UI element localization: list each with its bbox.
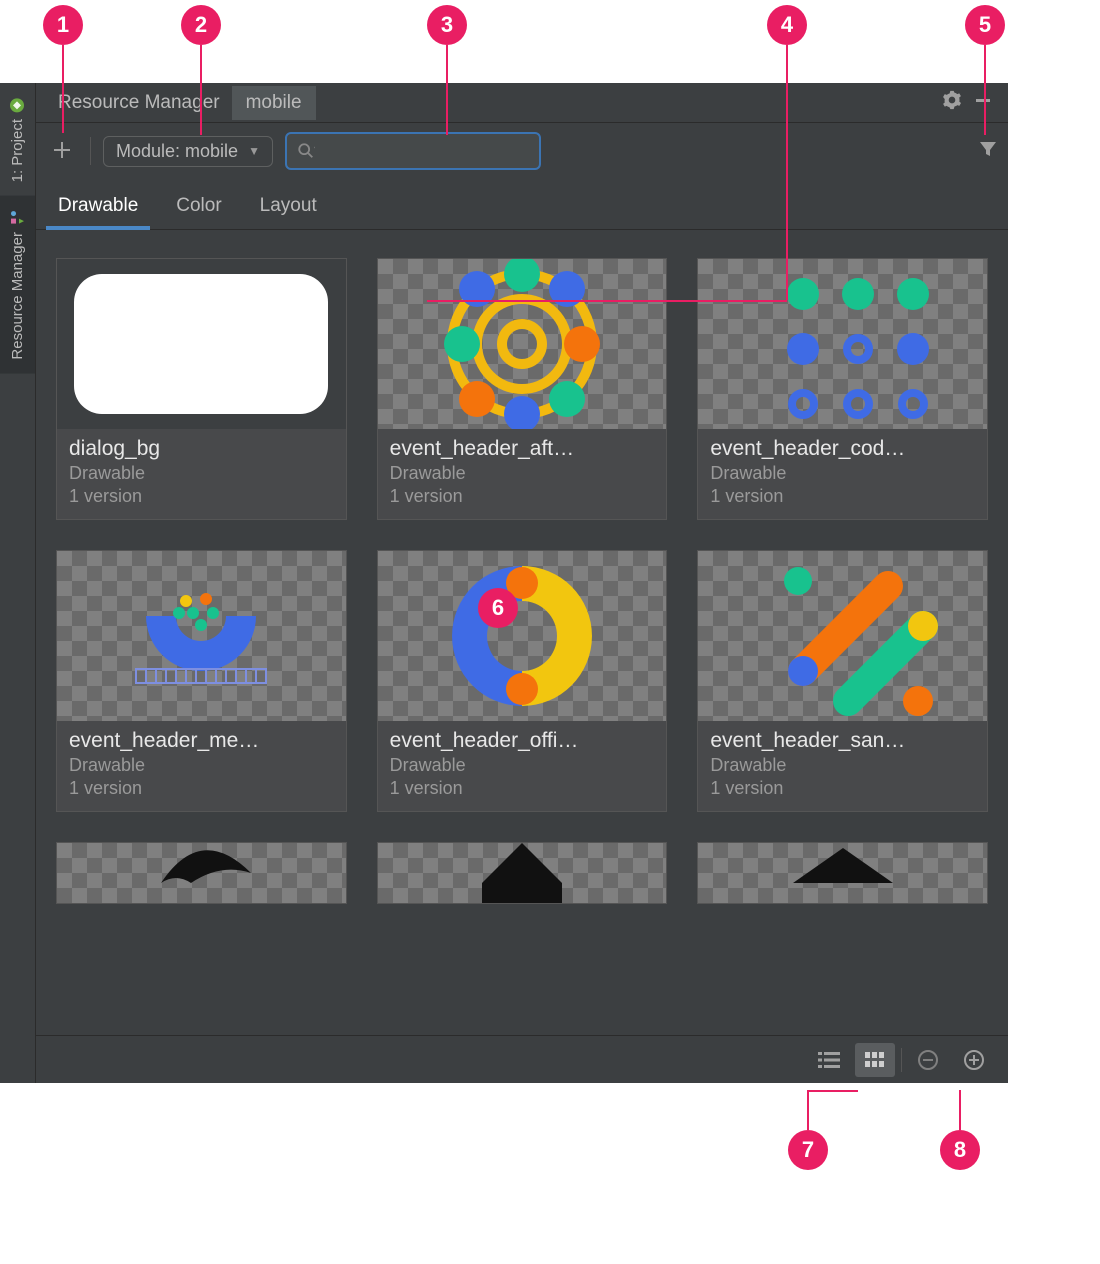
card-meta: dialog_bg Drawable 1 version bbox=[57, 429, 346, 519]
resource-card[interactable] bbox=[697, 842, 988, 904]
rail-tab-project[interactable]: 1: Project bbox=[0, 83, 35, 196]
module-picker[interactable]: Module: mobile ▼ bbox=[103, 136, 273, 167]
thumbnail bbox=[698, 551, 987, 721]
resource-manager-window: 1: Project Resource Manager Resource Man… bbox=[0, 83, 1008, 1083]
resource-type: Drawable bbox=[710, 463, 975, 484]
resource-type: Drawable bbox=[390, 463, 655, 484]
footer-bar bbox=[36, 1035, 1008, 1083]
thumbnail bbox=[378, 551, 667, 721]
resource-card[interactable] bbox=[56, 842, 347, 904]
callout-4-hline bbox=[427, 300, 787, 302]
callout-7-hline bbox=[808, 1090, 858, 1092]
filter-button[interactable] bbox=[978, 139, 998, 164]
search-icon: ▾ bbox=[297, 142, 315, 160]
resource-card[interactable]: event_header_san… Drawable 1 version bbox=[697, 550, 988, 812]
callout-6: 6 bbox=[478, 588, 518, 628]
search-input[interactable] bbox=[321, 142, 529, 160]
resource-card[interactable]: event_header_cod… Drawable 1 version bbox=[697, 258, 988, 520]
thumbnail bbox=[698, 259, 987, 429]
thumbnail bbox=[57, 551, 346, 721]
card-meta: event_header_me… Drawable 1 version bbox=[57, 721, 346, 811]
panel-title: Resource Manager bbox=[46, 92, 232, 114]
resource-name: event_header_offi… bbox=[390, 729, 655, 753]
tab-color[interactable]: Color bbox=[172, 189, 225, 229]
module-picker-label: Module: mobile bbox=[116, 141, 238, 162]
resource-name: event_header_me… bbox=[69, 729, 334, 753]
thumbnail bbox=[378, 843, 667, 903]
project-icon bbox=[10, 97, 26, 113]
card-meta: event_header_offi… Drawable 1 version bbox=[378, 721, 667, 811]
callout-2: 2 bbox=[181, 5, 221, 45]
add-resource-button[interactable] bbox=[46, 136, 78, 167]
card-meta: event_header_cod… Drawable 1 version bbox=[698, 429, 987, 519]
card-meta: event_header_aft… Drawable 1 version bbox=[378, 429, 667, 519]
resource-type: Drawable bbox=[69, 755, 334, 776]
resource-versions: 1 version bbox=[69, 778, 334, 799]
resource-type-tabs: Drawable Color Layout bbox=[36, 179, 1008, 230]
gear-icon[interactable] bbox=[936, 90, 968, 116]
thumbnail bbox=[378, 259, 667, 429]
callout-8: 8 bbox=[940, 1130, 980, 1170]
search-field[interactable]: ▾ bbox=[285, 132, 541, 170]
grid-view-button[interactable] bbox=[855, 1043, 895, 1077]
separator bbox=[901, 1048, 902, 1072]
resource-card[interactable]: event_header_me… Drawable 1 version bbox=[56, 550, 347, 812]
module-tab[interactable]: mobile bbox=[232, 86, 316, 120]
thumbnail bbox=[57, 843, 346, 903]
separator bbox=[90, 137, 91, 165]
thumbnail bbox=[57, 259, 346, 429]
resource-type: Drawable bbox=[69, 463, 334, 484]
resource-name: dialog_bg bbox=[69, 437, 334, 461]
thumbnail bbox=[698, 843, 987, 903]
resource-versions: 1 version bbox=[69, 486, 334, 507]
callout-1: 1 bbox=[43, 5, 83, 45]
resource-card[interactable] bbox=[377, 842, 668, 904]
resource-versions: 1 version bbox=[710, 486, 975, 507]
resource-grid: dialog_bg Drawable 1 version bbox=[36, 230, 1008, 1035]
title-bar: Resource Manager mobile bbox=[36, 83, 1008, 123]
minimize-icon[interactable] bbox=[968, 91, 998, 115]
tab-drawable[interactable]: Drawable bbox=[54, 189, 142, 229]
card-meta: event_header_san… Drawable 1 version bbox=[698, 721, 987, 811]
resource-name: event_header_aft… bbox=[390, 437, 655, 461]
chevron-down-icon: ▼ bbox=[248, 144, 260, 158]
resource-manager-panel: Resource Manager mobile Module: mobile ▼… bbox=[36, 83, 1008, 1083]
tab-layout[interactable]: Layout bbox=[256, 189, 321, 229]
resource-card[interactable]: event_header_offi… Drawable 1 version bbox=[377, 550, 668, 812]
zoom-in-button[interactable] bbox=[954, 1043, 994, 1077]
toolbar: Module: mobile ▼ ▾ bbox=[36, 123, 1008, 179]
project-label: 1: Project bbox=[9, 119, 26, 182]
callout-5: 5 bbox=[965, 5, 1005, 45]
resmgr-label: Resource Manager bbox=[9, 232, 26, 360]
callout-7: 7 bbox=[788, 1130, 828, 1170]
resource-name: event_header_cod… bbox=[710, 437, 975, 461]
resource-versions: 1 version bbox=[390, 486, 655, 507]
rail-tab-resource-manager[interactable]: Resource Manager bbox=[0, 196, 35, 374]
resource-manager-icon bbox=[10, 210, 26, 226]
resource-card[interactable]: dialog_bg Drawable 1 version bbox=[56, 258, 347, 520]
resource-card[interactable]: event_header_aft… Drawable 1 version bbox=[377, 258, 668, 520]
resource-type: Drawable bbox=[710, 755, 975, 776]
callout-3: 3 bbox=[427, 5, 467, 45]
left-tool-rail: 1: Project Resource Manager bbox=[0, 83, 36, 1083]
resource-type: Drawable bbox=[390, 755, 655, 776]
list-view-button[interactable] bbox=[809, 1043, 849, 1077]
resource-versions: 1 version bbox=[710, 778, 975, 799]
zoom-out-button[interactable] bbox=[908, 1043, 948, 1077]
resource-name: event_header_san… bbox=[710, 729, 975, 753]
svg-text:▾: ▾ bbox=[314, 144, 315, 153]
resource-versions: 1 version bbox=[390, 778, 655, 799]
callout-4: 4 bbox=[767, 5, 807, 45]
